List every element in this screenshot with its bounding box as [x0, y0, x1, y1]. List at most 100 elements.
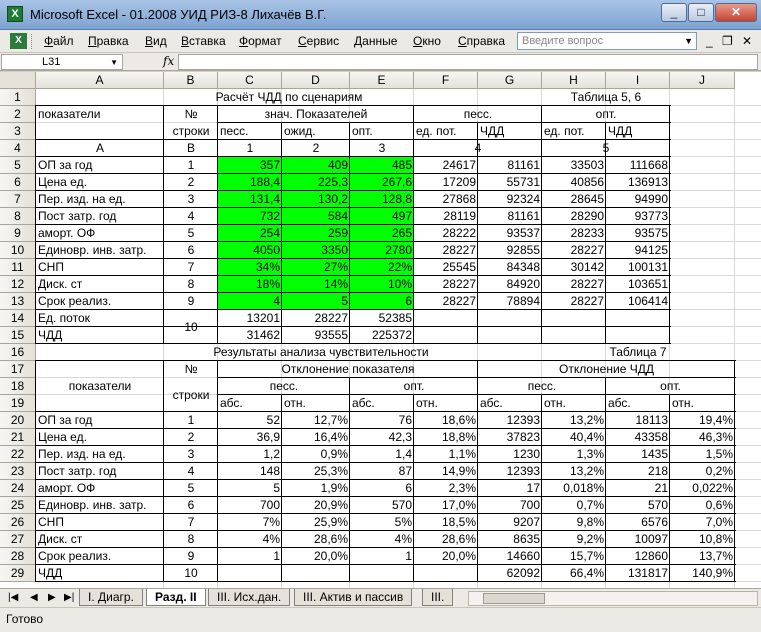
- indicator-name[interactable]: Единовр. инв. затр.: [36, 497, 164, 514]
- indicator-name[interactable]: ОП за год: [36, 157, 164, 174]
- menu-window[interactable]: Окно: [413, 34, 441, 48]
- value-cell[interactable]: 1,9%: [282, 480, 350, 497]
- value-cell[interactable]: 1,2: [218, 446, 282, 463]
- indicator-name[interactable]: ЧДД: [36, 327, 164, 344]
- value-cell[interactable]: 15,7%: [542, 548, 606, 565]
- doc-minimize-button[interactable]: _: [706, 34, 713, 48]
- header-npv[interactable]: ЧДД: [478, 123, 542, 140]
- sheet-tab-2[interactable]: Разд. II: [146, 589, 206, 606]
- value-cell[interactable]: 28233: [542, 225, 606, 242]
- indicator-name[interactable]: Пер. изд. на ед.: [36, 191, 164, 208]
- value-cell[interactable]: 55731: [478, 174, 542, 191]
- value-cell[interactable]: 22%: [350, 259, 414, 276]
- value-cell[interactable]: 259: [282, 225, 350, 242]
- value-cell[interactable]: 25,3%: [282, 463, 350, 480]
- value-cell[interactable]: 52385: [350, 310, 414, 327]
- value-cell[interactable]: 10097: [606, 531, 670, 548]
- header-expected[interactable]: ожид.: [282, 123, 350, 140]
- value-cell[interactable]: 0,022%: [670, 480, 735, 497]
- row-number[interactable]: 3: [164, 446, 218, 463]
- value-cell[interactable]: 28119: [414, 208, 478, 225]
- next-sheet-icon[interactable]: ▶: [48, 592, 56, 603]
- value-cell[interactable]: 12393: [478, 463, 542, 480]
- indicator-name[interactable]: ОП за год: [36, 412, 164, 429]
- indicator-name[interactable]: Цена ед.: [36, 174, 164, 191]
- header-rel[interactable]: отн.: [414, 395, 478, 412]
- value-cell[interactable]: 4050: [218, 242, 282, 259]
- value-cell[interactable]: 700: [478, 497, 542, 514]
- value-cell[interactable]: 66,4%: [542, 565, 606, 582]
- value-cell[interactable]: 13,2%: [542, 412, 606, 429]
- value-cell[interactable]: 30142: [542, 259, 606, 276]
- row-number[interactable]: 7: [164, 259, 218, 276]
- row-header[interactable]: 12: [0, 276, 36, 293]
- value-cell[interactable]: 7,0%: [670, 514, 735, 531]
- value-cell[interactable]: 25,9%: [282, 514, 350, 531]
- row-header[interactable]: 29: [0, 565, 36, 582]
- first-sheet-icon[interactable]: |◀: [8, 592, 18, 603]
- value-cell[interactable]: 130,2: [282, 191, 350, 208]
- close-button[interactable]: ✕: [715, 3, 757, 22]
- value-cell[interactable]: 14%: [282, 276, 350, 293]
- value-cell[interactable]: 10,8%: [670, 531, 735, 548]
- column-header[interactable]: E: [350, 72, 414, 89]
- value-cell[interactable]: 84348: [478, 259, 542, 276]
- value-cell[interactable]: 111668: [606, 157, 670, 174]
- excel-icon[interactable]: X: [7, 6, 23, 22]
- row-header[interactable]: 2: [0, 106, 36, 123]
- value-cell[interactable]: [350, 565, 414, 582]
- value-cell[interactable]: 1,4: [350, 446, 414, 463]
- indicator-name[interactable]: аморт. ОФ: [36, 480, 164, 497]
- help-search-input[interactable]: Введите вопрос ▼: [517, 32, 697, 50]
- row-number[interactable]: 6: [164, 497, 218, 514]
- row-number[interactable]: 4: [164, 463, 218, 480]
- column-header[interactable]: J: [670, 72, 735, 89]
- value-cell[interactable]: 94990: [606, 191, 670, 208]
- header-rows[interactable]: строки: [164, 378, 218, 412]
- value-cell[interactable]: [414, 565, 478, 582]
- value-cell[interactable]: 17,0%: [414, 497, 478, 514]
- row-header[interactable]: 28: [0, 548, 36, 565]
- row-number[interactable]: 6: [164, 242, 218, 259]
- value-cell[interactable]: 0,6%: [670, 497, 735, 514]
- value-cell[interactable]: 78894: [478, 293, 542, 310]
- indicator-name[interactable]: СНП: [36, 259, 164, 276]
- indicator-name[interactable]: Пер. изд. на ед.: [36, 446, 164, 463]
- value-cell[interactable]: 76: [350, 412, 414, 429]
- row-header[interactable]: 13: [0, 293, 36, 310]
- value-cell[interactable]: 19,4%: [670, 412, 735, 429]
- row-number[interactable]: 7: [164, 514, 218, 531]
- value-cell[interactable]: 20,9%: [282, 497, 350, 514]
- sheet-tab-5[interactable]: III.: [422, 589, 454, 606]
- header-opt[interactable]: опт.: [350, 123, 414, 140]
- value-cell[interactable]: 93555: [282, 327, 350, 344]
- menu-tools[interactable]: Сервис: [298, 34, 339, 48]
- column-header[interactable]: I: [606, 72, 670, 89]
- value-cell[interactable]: 24617: [414, 157, 478, 174]
- value-cell[interactable]: 94125: [606, 242, 670, 259]
- value-cell[interactable]: 93575: [606, 225, 670, 242]
- value-cell[interactable]: 570: [606, 497, 670, 514]
- indicator-name[interactable]: аморт. ОФ: [36, 225, 164, 242]
- value-cell[interactable]: 10%: [350, 276, 414, 293]
- header-pess[interactable]: песс.: [414, 106, 542, 123]
- value-cell[interactable]: 8635: [478, 531, 542, 548]
- index-cell[interactable]: 1: [218, 140, 282, 157]
- value-cell[interactable]: 14,9%: [414, 463, 478, 480]
- value-cell[interactable]: 254: [218, 225, 282, 242]
- value-cell[interactable]: 188,4: [218, 174, 282, 191]
- value-cell[interactable]: 7%: [218, 514, 282, 531]
- row-header[interactable]: 16: [0, 344, 36, 361]
- table-title[interactable]: Результаты анализа чувствительности: [164, 344, 478, 361]
- header-rel[interactable]: отн.: [542, 395, 606, 412]
- header-abs[interactable]: абс.: [218, 395, 282, 412]
- index-cell[interactable]: 4: [414, 140, 542, 157]
- table-title[interactable]: Расчёт ЧДД по сценариям: [164, 89, 414, 106]
- row-header[interactable]: 24: [0, 480, 36, 497]
- value-cell[interactable]: 12,7%: [282, 412, 350, 429]
- value-cell[interactable]: 20,0%: [414, 548, 478, 565]
- value-cell[interactable]: 106414: [606, 293, 670, 310]
- row-header[interactable]: 4: [0, 140, 36, 157]
- value-cell[interactable]: 700: [218, 497, 282, 514]
- value-cell[interactable]: 1,5%: [670, 446, 735, 463]
